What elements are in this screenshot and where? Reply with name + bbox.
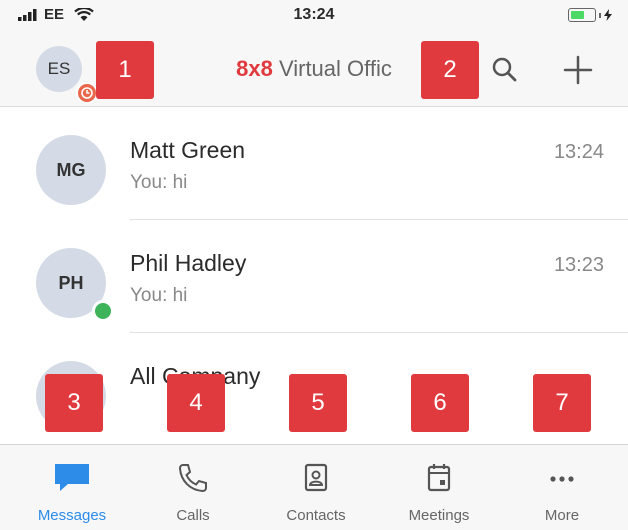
callout-marker-3: 3 (45, 374, 103, 432)
tab-messages[interactable]: Messages (17, 445, 127, 530)
contact-card-icon (304, 463, 328, 492)
phone-icon (178, 464, 207, 493)
tab-label: Messages (37, 507, 107, 524)
tab-contacts[interactable]: Contacts (261, 445, 371, 530)
status-bar: EE 13:24 (0, 0, 628, 34)
callout-marker-7: 7 (533, 374, 591, 432)
contact-name: Phil Hadley (130, 250, 247, 276)
tab-label: Calls (176, 507, 210, 524)
tab-more[interactable]: More (507, 445, 617, 530)
plus-icon (563, 55, 593, 85)
nav-bar: ES 8x8 Virtual Offic (0, 34, 628, 107)
app-title-brand: 8x8 (236, 56, 273, 81)
callout-marker-4: 4 (167, 374, 225, 432)
contact-initials: PH (58, 272, 84, 293)
callout-marker-1: 1 (96, 41, 154, 99)
calendar-icon (427, 464, 451, 492)
message-preview: You: hi (130, 285, 188, 306)
callout-marker-5: 5 (289, 374, 347, 432)
conversation-row-matt-green[interactable]: MG Matt Green You: hi 13:24 (0, 107, 628, 220)
battery-icon (568, 8, 596, 22)
search-icon (492, 57, 517, 82)
new-conversation-button[interactable] (558, 50, 598, 90)
tab-label: Contacts (286, 507, 346, 524)
busy-status-icon (76, 82, 98, 104)
app-title-rest: Virtual Offic (272, 56, 392, 81)
status-time: 13:24 (293, 6, 335, 23)
message-preview: You: hi (130, 172, 188, 193)
callout-marker-2: 2 (421, 41, 479, 99)
tab-meetings[interactable]: Meetings (384, 445, 494, 530)
battery-indicator (568, 8, 612, 22)
clock-icon (81, 87, 93, 99)
message-time: 13:24 (553, 141, 604, 163)
tab-calls[interactable]: Calls (138, 445, 248, 530)
tab-label: More (544, 507, 580, 524)
contact-name: Matt Green (130, 137, 246, 163)
online-status-icon (92, 300, 114, 322)
tab-label: Meetings (408, 507, 470, 524)
tab-bar: Messages Calls Contacts Meetings More (0, 444, 628, 530)
app-title: 8x8 Virtual Offic (0, 56, 628, 82)
search-button[interactable] (485, 50, 525, 90)
contact-avatar: MG (36, 135, 106, 205)
conversation-row-phil-hadley[interactable]: PH Phil Hadley You: hi 13:23 (0, 220, 628, 333)
more-dots-icon (550, 476, 574, 482)
callout-marker-6: 6 (411, 374, 469, 432)
contact-initials: MG (56, 159, 86, 180)
chat-bubble-icon (55, 464, 89, 491)
message-time: 13:23 (553, 254, 604, 276)
charging-icon (604, 9, 612, 21)
